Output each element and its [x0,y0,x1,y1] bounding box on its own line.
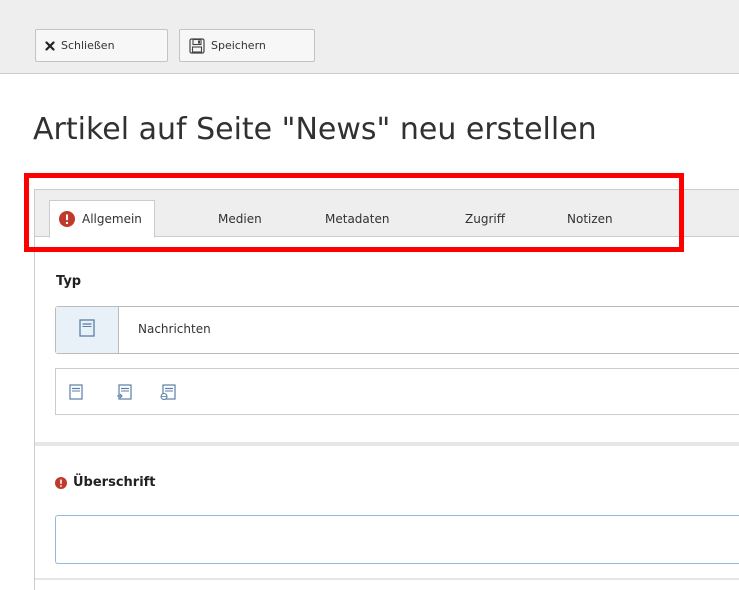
tab-notizen[interactable]: Notizen [567,200,613,237]
tab-bar: Allgemein Medien Metadaten Zugriff Notiz… [35,190,739,238]
type-select[interactable]: Nachrichten [55,306,739,354]
page-title: Artikel auf Seite "News" neu erstellen [33,112,597,147]
error-icon [59,211,75,227]
type-select-value: Nachrichten [138,322,211,336]
required-error-icon [55,476,67,489]
tab-allgemein[interactable]: Allgemein [49,200,155,238]
tab-label: Medien [218,211,262,226]
external-link-type-icon[interactable] [160,384,176,405]
news-type-icon [79,319,95,341]
section-divider [35,442,739,446]
toolbar: Schließen Speichern [0,0,739,74]
save-icon [189,37,205,54]
tab-label: Allgemein [82,212,142,226]
save-button[interactable]: Speichern [179,29,315,62]
type-select-icon-box [56,307,119,353]
tab-label: Metadaten [325,211,390,226]
news-type-icon[interactable] [69,384,83,404]
tab-zugriff[interactable]: Zugriff [465,200,505,237]
type-field-label: Typ [56,274,82,289]
save-button-label: Speichern [211,39,266,52]
tab-label: Notizen [567,211,613,226]
tab-medien[interactable]: Medien [218,200,262,237]
close-button-label: Schließen [61,39,115,52]
tab-label: Zugriff [465,211,505,226]
headline-input[interactable] [55,515,739,564]
type-options [55,368,739,415]
headline-field-label: Überschrift [55,475,156,490]
tab-metadaten[interactable]: Metadaten [325,200,389,237]
bottom-divider [35,578,739,580]
close-icon [45,40,55,51]
internal-link-type-icon[interactable] [116,384,132,405]
close-button[interactable]: Schließen [35,29,168,62]
